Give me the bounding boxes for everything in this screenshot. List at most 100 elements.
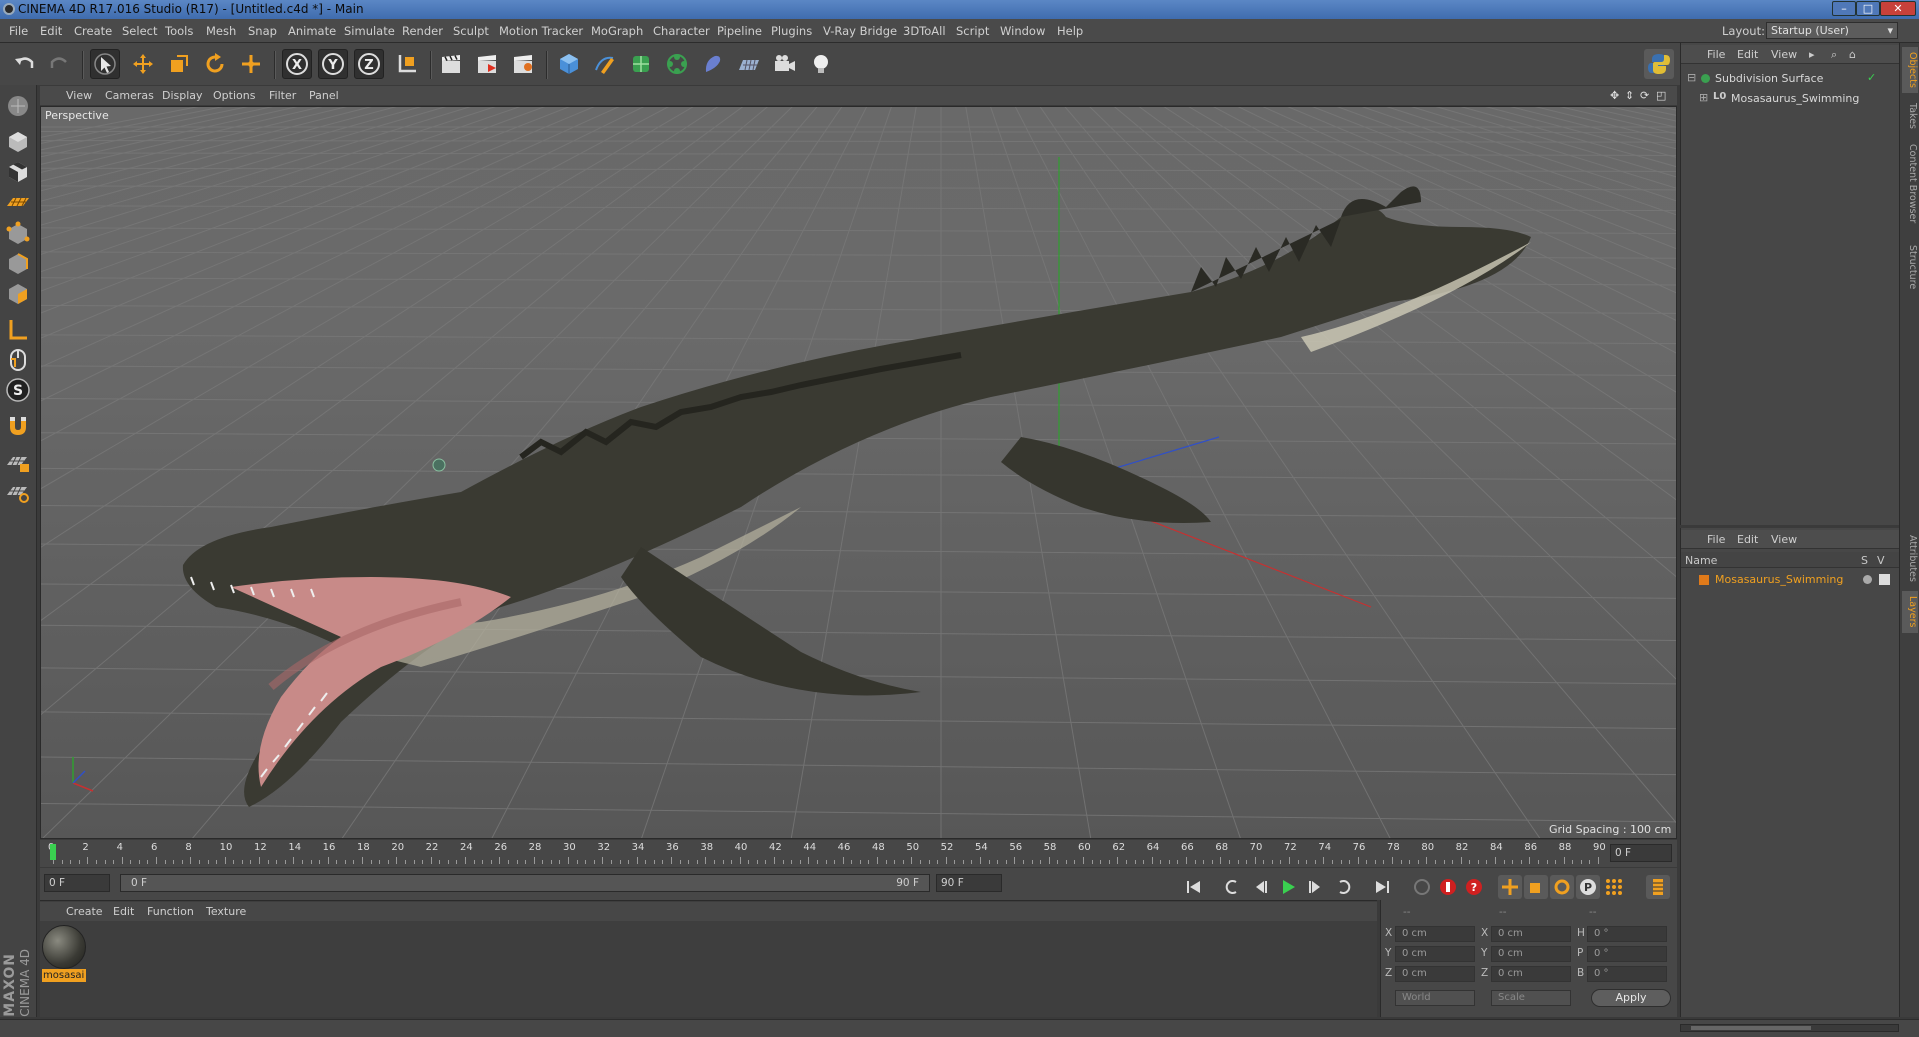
menu-pipeline[interactable]: Pipeline xyxy=(717,24,762,38)
maximize-button[interactable]: □ xyxy=(1856,1,1880,16)
size-x-field[interactable]: 0 cm xyxy=(1491,926,1571,942)
coordinate-system-button[interactable] xyxy=(392,49,422,79)
close-button[interactable]: ✕ xyxy=(1880,1,1916,16)
current-frame-field[interactable]: 0 F xyxy=(1610,844,1672,862)
menu-motion-tracker[interactable]: Motion Tracker xyxy=(499,24,583,38)
expand-icon[interactable]: ⊞ xyxy=(1699,91,1708,104)
autokey-button[interactable]: ? xyxy=(1462,875,1486,899)
more-arrow-icon[interactable]: ▸ xyxy=(1809,48,1815,61)
previous-key-button[interactable] xyxy=(1220,875,1244,899)
viewport-menu-cameras[interactable]: Cameras xyxy=(105,89,154,102)
points-mode-button[interactable] xyxy=(3,219,33,249)
go-to-end-button[interactable] xyxy=(1370,875,1394,899)
key-parameter-button[interactable]: P xyxy=(1576,875,1600,899)
menu-sculpt[interactable]: Sculpt xyxy=(453,24,489,38)
axis-mode-button[interactable] xyxy=(3,315,33,345)
scale-mode-dropdown[interactable]: Scale xyxy=(1491,990,1571,1006)
layer-solo-icon[interactable] xyxy=(1863,575,1872,584)
menu-create[interactable]: Create xyxy=(74,24,112,38)
expand-icon[interactable]: ⊟ xyxy=(1687,71,1696,84)
undo-button[interactable] xyxy=(10,49,40,79)
tab-attributes[interactable]: Attributes xyxy=(1902,531,1918,585)
go-to-start-button[interactable] xyxy=(1182,875,1206,899)
menu-tools[interactable]: Tools xyxy=(165,24,193,38)
pos-y-field[interactable]: 0 cm xyxy=(1395,946,1475,962)
x-axis-lock-button[interactable]: X xyxy=(282,49,312,79)
layer-row[interactable]: Mosasaurus_Swimming xyxy=(1685,572,1895,588)
search-icon[interactable]: ⌕ xyxy=(1831,48,1837,62)
viewport-rotate-icon[interactable]: ⟳ xyxy=(1640,89,1649,102)
scale-tool-button[interactable] xyxy=(164,49,194,79)
add-cube-button[interactable] xyxy=(554,49,584,79)
pos-x-field[interactable]: 0 cm xyxy=(1395,926,1475,942)
end-frame-field[interactable]: 90 F xyxy=(936,874,1002,892)
add-spline-button[interactable] xyxy=(590,49,620,79)
snap-button[interactable]: S xyxy=(3,375,33,405)
tab-structure[interactable]: Structure xyxy=(1902,239,1918,295)
play-button[interactable] xyxy=(1276,875,1300,899)
record-active-button[interactable] xyxy=(1436,875,1460,899)
tweak-mode-button[interactable] xyxy=(3,345,33,375)
key-pla-button[interactable] xyxy=(1602,875,1626,899)
object-name[interactable]: Subdivision Surface xyxy=(1715,72,1823,85)
timeline-window-button[interactable] xyxy=(1646,875,1670,899)
tab-takes[interactable]: Takes xyxy=(1902,99,1918,133)
add-floor-button[interactable] xyxy=(734,49,764,79)
viewport-menu-view[interactable]: View xyxy=(66,89,92,102)
menu-character[interactable]: Character xyxy=(653,24,710,38)
object-row[interactable]: ⊞ L0 Mosasaurus_Swimming xyxy=(1699,91,1889,107)
workplane-mode-button[interactable] xyxy=(3,187,33,217)
object-menu-file[interactable]: File xyxy=(1707,48,1725,61)
visible-column-header[interactable]: V xyxy=(1877,554,1885,567)
object-row[interactable]: ⊟ Subdivision Surface ✓ xyxy=(1687,71,1887,87)
name-column-header[interactable]: Name xyxy=(1685,554,1717,567)
add-subdivision-button[interactable] xyxy=(626,49,656,79)
add-camera-button[interactable] xyxy=(770,49,800,79)
minimize-button[interactable]: – xyxy=(1832,1,1856,16)
layer-menu-edit[interactable]: Edit xyxy=(1737,533,1758,546)
material-menu-edit[interactable]: Edit xyxy=(113,905,134,918)
redo-button[interactable] xyxy=(44,49,74,79)
menu-script[interactable]: Script xyxy=(956,24,989,38)
home-icon[interactable]: ⌂ xyxy=(1849,48,1856,61)
tab-content-browser[interactable]: Content Browser xyxy=(1902,139,1918,229)
enabled-check-icon[interactable]: ✓ xyxy=(1867,71,1876,84)
enable-snap-button[interactable] xyxy=(3,411,33,441)
key-scale-button[interactable] xyxy=(1524,875,1548,899)
render-picture-viewer-button[interactable] xyxy=(472,49,502,79)
rot-b-field[interactable]: 0 ° xyxy=(1587,966,1667,982)
size-y-field[interactable]: 0 cm xyxy=(1491,946,1571,962)
workplane-lock-button[interactable] xyxy=(3,447,33,477)
live-selection-button[interactable] xyxy=(90,49,120,79)
menu-edit[interactable]: Edit xyxy=(40,24,62,38)
menu-vray-bridge[interactable]: V-Ray Bridge xyxy=(823,24,897,38)
menu-animate[interactable]: Animate xyxy=(288,24,336,38)
key-rotation-button[interactable] xyxy=(1550,875,1574,899)
render-view-button[interactable] xyxy=(436,49,466,79)
material-swatch[interactable]: mosasai xyxy=(42,925,86,983)
add-deformer-button[interactable] xyxy=(698,49,728,79)
model-mode-button[interactable] xyxy=(3,127,33,157)
menu-file[interactable]: File xyxy=(9,24,28,38)
menu-help[interactable]: Help xyxy=(1057,24,1083,38)
object-name[interactable]: Mosasaurus_Swimming xyxy=(1731,92,1859,105)
perspective-viewport[interactable]: Perspective Grid Spacing : 100 cm xyxy=(40,106,1677,839)
add-mograph-button[interactable] xyxy=(662,49,692,79)
planar-workplane-button[interactable] xyxy=(3,477,33,507)
scrollbar-thumb[interactable] xyxy=(1691,1026,1811,1030)
size-z-field[interactable]: 0 cm xyxy=(1491,966,1571,982)
layer-visibility-icon[interactable] xyxy=(1879,574,1890,585)
layer-menu-view[interactable]: View xyxy=(1771,533,1797,546)
frame-range-slider[interactable]: 0 F 90 F xyxy=(120,874,930,892)
edges-mode-button[interactable] xyxy=(3,249,33,279)
keyframe-selection-button[interactable] xyxy=(1410,875,1434,899)
material-menu-texture[interactable]: Texture xyxy=(206,905,246,918)
viewport-menu-display[interactable]: Display xyxy=(162,89,203,102)
viewport-menu-filter[interactable]: Filter xyxy=(269,89,296,102)
polygons-mode-button[interactable] xyxy=(3,279,33,309)
move-tool-button[interactable] xyxy=(128,49,158,79)
menu-mograph[interactable]: MoGraph xyxy=(591,24,643,38)
layout-select[interactable]: Startup (User) xyxy=(1766,22,1898,39)
next-key-button[interactable] xyxy=(1332,875,1356,899)
add-light-button[interactable] xyxy=(806,49,836,79)
